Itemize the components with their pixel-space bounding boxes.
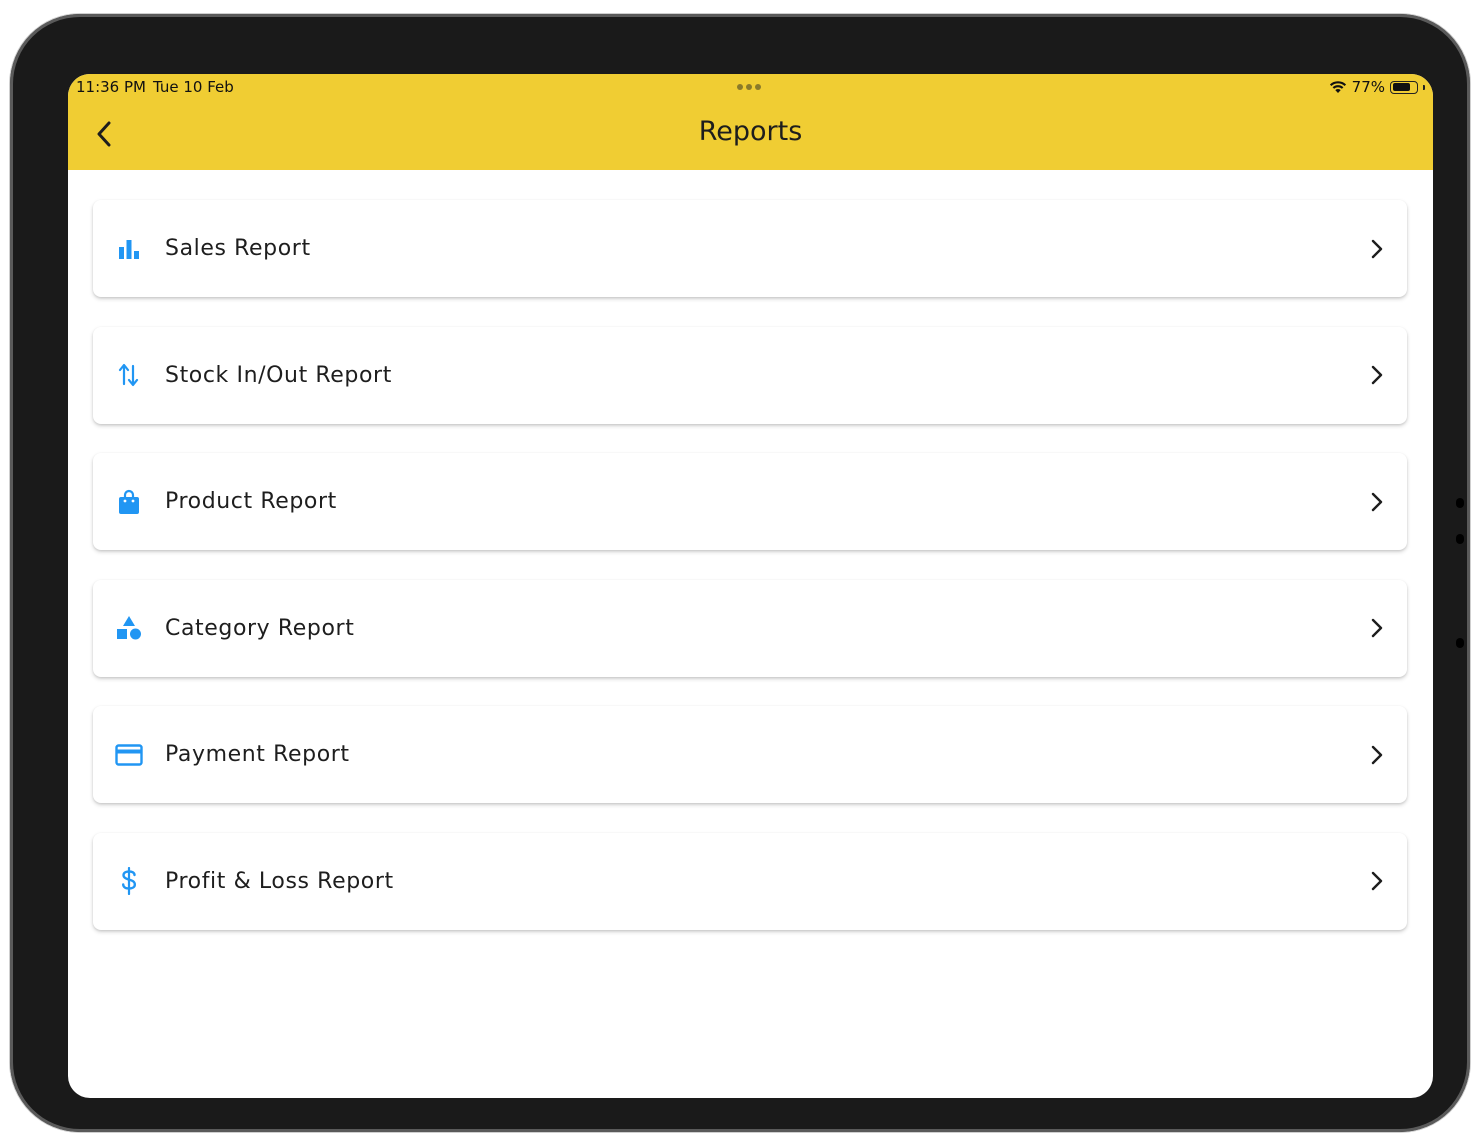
report-item-category[interactable]: Category Report <box>93 579 1407 677</box>
chevron-right-icon <box>1367 492 1387 512</box>
multitasking-dots-icon[interactable] <box>737 84 761 90</box>
report-item-product[interactable]: Product Report <box>93 453 1407 551</box>
swap-vertical-icon <box>115 361 143 389</box>
report-label: Stock In/Out Report <box>165 362 392 388</box>
status-date: Tue 10 Feb <box>153 78 234 96</box>
report-list: Sales Report Stock In/Out Report Product… <box>93 200 1407 960</box>
wifi-icon <box>1329 81 1346 93</box>
report-item-payment[interactable]: Payment Report <box>93 706 1407 804</box>
report-label: Category Report <box>165 615 355 641</box>
chevron-right-icon <box>1367 745 1387 765</box>
report-label: Payment Report <box>165 742 350 768</box>
chevron-right-icon <box>1367 618 1387 638</box>
report-label: Product Report <box>165 489 337 515</box>
status-time: 11:36 PM <box>76 78 146 96</box>
status-indicators: 77% <box>1329 78 1425 96</box>
battery-icon <box>1390 80 1418 94</box>
shopping-bag-icon <box>115 488 143 516</box>
status-bar: 11:36 PM Tue 10 Feb 77% <box>68 74 1433 100</box>
chevron-right-icon <box>1367 871 1387 891</box>
chevron-right-icon <box>1367 239 1387 259</box>
report-item-profit-loss[interactable]: Profit & Loss Report <box>93 832 1407 930</box>
chevron-right-icon <box>1367 365 1387 385</box>
screen: 11:36 PM Tue 10 Feb 77% Reports Sales Re… <box>68 74 1433 1098</box>
side-button <box>1456 534 1464 544</box>
side-button <box>1456 498 1464 508</box>
side-button <box>1456 638 1464 648</box>
dollar-icon <box>115 867 143 896</box>
credit-card-icon <box>115 741 143 769</box>
bar-chart-icon <box>115 235 143 263</box>
tablet-frame: 11:36 PM Tue 10 Feb 77% Reports Sales Re… <box>10 14 1470 1132</box>
report-label: Sales Report <box>165 236 311 261</box>
report-item-stock-in-out[interactable]: Stock In/Out Report <box>93 326 1407 424</box>
report-label: Profit & Loss Report <box>165 868 394 894</box>
battery-percent: 77% <box>1351 78 1385 96</box>
report-item-sales[interactable]: Sales Report <box>93 200 1407 297</box>
page-title: Reports <box>698 116 803 147</box>
app-bar: 11:36 PM Tue 10 Feb 77% Reports <box>68 74 1433 170</box>
category-shapes-icon <box>115 614 143 642</box>
